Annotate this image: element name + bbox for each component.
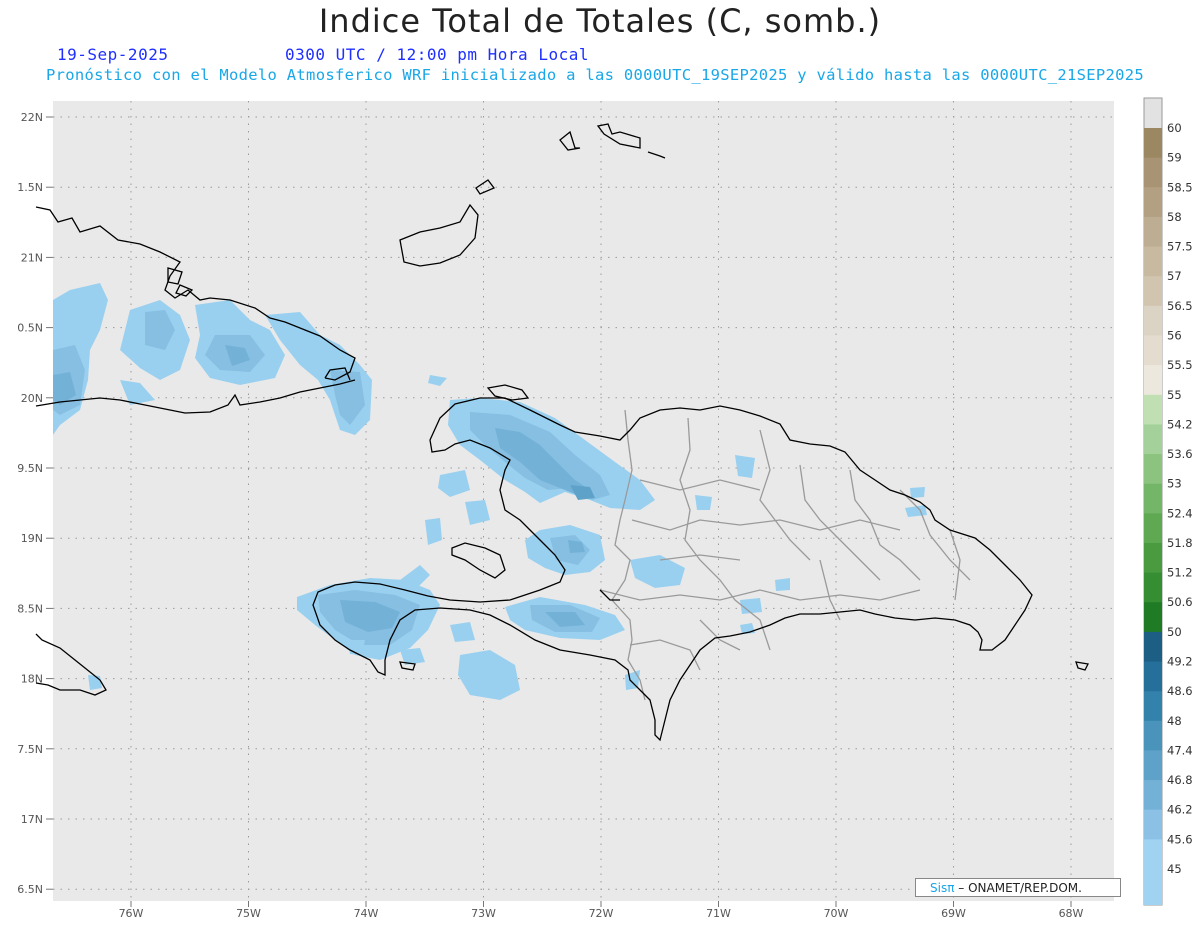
lon-tick-label: 76W <box>119 907 144 920</box>
colorbar-swatch <box>1144 661 1162 692</box>
colorbar-label: 49.2 <box>1167 655 1193 669</box>
colorbar-swatch <box>1144 216 1162 248</box>
colorbar-label: 48 <box>1167 714 1182 728</box>
colorbar-swatch <box>1144 98 1162 128</box>
colorbar-swatch <box>1144 513 1162 544</box>
lat-tick-label: 8.5N <box>17 602 43 615</box>
lat-tick-label: 18N <box>21 673 43 686</box>
credit-text: – ONAMET/REP.DOM. <box>958 881 1082 895</box>
colorbar-swatch <box>1144 335 1162 366</box>
lon-tick-label: 68W <box>1059 907 1084 920</box>
colorbar-swatch <box>1144 483 1162 514</box>
colorbar-label: 46.2 <box>1167 803 1193 817</box>
lat-tick-label: 22N <box>21 111 43 124</box>
colorbar-swatch <box>1144 305 1162 336</box>
colorbar-swatch <box>1144 631 1162 663</box>
colorbar: 60 59 58.5 58 57.5 57 56.5 56 55.5 55 54.2 53.6 53 52… <box>1143 97 1193 906</box>
colorbar-label: 50 <box>1167 625 1182 639</box>
credit-box: Sisπ – ONAMET/REP.DOM. <box>915 878 1121 897</box>
lon-tick-label: 74W <box>354 907 379 920</box>
colorbar-label: 58.5 <box>1167 180 1193 194</box>
colorbar-swatch <box>1144 365 1162 396</box>
lat-tick-label: 19N <box>21 532 43 545</box>
colorbar-label: 56 <box>1167 328 1182 342</box>
colorbar-label: 45 <box>1167 862 1182 876</box>
colorbar-swatch <box>1144 780 1162 811</box>
colorbar-swatch <box>1144 394 1162 425</box>
lon-tick-label: 72W <box>589 907 614 920</box>
lon-tick-label: 75W <box>236 907 261 920</box>
colorbar-label: 55 <box>1167 388 1182 402</box>
colorbar-label: 57 <box>1167 269 1182 283</box>
colorbar-label: 48.6 <box>1167 684 1193 698</box>
colorbar-swatch <box>1144 187 1162 218</box>
ocean-background <box>53 101 1114 901</box>
colorbar-label: 56.5 <box>1167 299 1193 313</box>
colorbar-label: 47.4 <box>1167 743 1193 757</box>
colorbar-swatch <box>1144 809 1162 840</box>
colorbar-swatch <box>1144 572 1162 603</box>
lat-tick-label: 21N <box>21 251 43 264</box>
colorbar-swatch <box>1144 454 1162 485</box>
colorbar-swatch <box>1144 720 1162 751</box>
lon-tick-label: 70W <box>824 907 849 920</box>
colorbar-swatch <box>1144 246 1162 277</box>
colorbar-swatch <box>1144 602 1162 633</box>
colorbar-label: 54.2 <box>1167 417 1193 431</box>
lon-tick-label: 71W <box>706 907 731 920</box>
lon-tick-label: 69W <box>941 907 966 920</box>
lat-tick-label: 7.5N <box>17 743 43 756</box>
longitude-labels: 76W 75W 74W 73W 72W 71W 70W 69W 68W <box>119 901 1084 920</box>
colorbar-swatch <box>1144 839 1162 905</box>
colorbar-swatch <box>1144 542 1162 574</box>
colorbar-label: 50.6 <box>1167 595 1193 609</box>
colorbar-swatch <box>1144 424 1162 455</box>
lat-tick-label: 20N <box>21 392 43 405</box>
colorbar-label: 55.5 <box>1167 358 1193 372</box>
colorbar-swatch <box>1144 128 1162 159</box>
colorbar-label: 46.8 <box>1167 773 1193 787</box>
colorbar-label: 60 <box>1167 121 1182 135</box>
colorbar-label: 58 <box>1167 210 1182 224</box>
colorbar-label: 53.6 <box>1167 447 1193 461</box>
lat-tick-label: 17N <box>21 813 43 826</box>
colorbar-label: 51.2 <box>1167 566 1193 580</box>
colorbar-label: 59 <box>1167 151 1182 165</box>
colorbar-swatch <box>1144 750 1162 781</box>
lat-tick-label: 9.5N <box>17 462 43 475</box>
colorbar-swatch <box>1144 691 1162 722</box>
lon-tick-label: 73W <box>471 907 496 920</box>
colorbar-label: 45.6 <box>1167 832 1193 846</box>
lat-tick-label: 1.5N <box>17 181 43 194</box>
colorbar-swatch <box>1144 276 1162 307</box>
colorbar-label: 53 <box>1167 477 1182 491</box>
colorbar-label: 51.8 <box>1167 536 1193 550</box>
lat-tick-label: 0.5N <box>17 322 43 335</box>
map-svg: 22N 1.5N 21N 0.5N 20N 9.5N 19N 8.5N 18N 7.5N 17N 6.… <box>17 97 1193 920</box>
colorbar-label: 57.5 <box>1167 240 1193 254</box>
colorbar-label: 52.4 <box>1167 506 1193 520</box>
credit-brand: Sisπ <box>930 881 955 895</box>
colorbar-swatch <box>1144 157 1162 188</box>
lat-tick-label: 6.5N <box>17 883 43 896</box>
latitude-labels: 22N 1.5N 21N 0.5N 20N 9.5N 19N 8.5N 18N 7.5N 17N 6.… <box>17 111 53 896</box>
